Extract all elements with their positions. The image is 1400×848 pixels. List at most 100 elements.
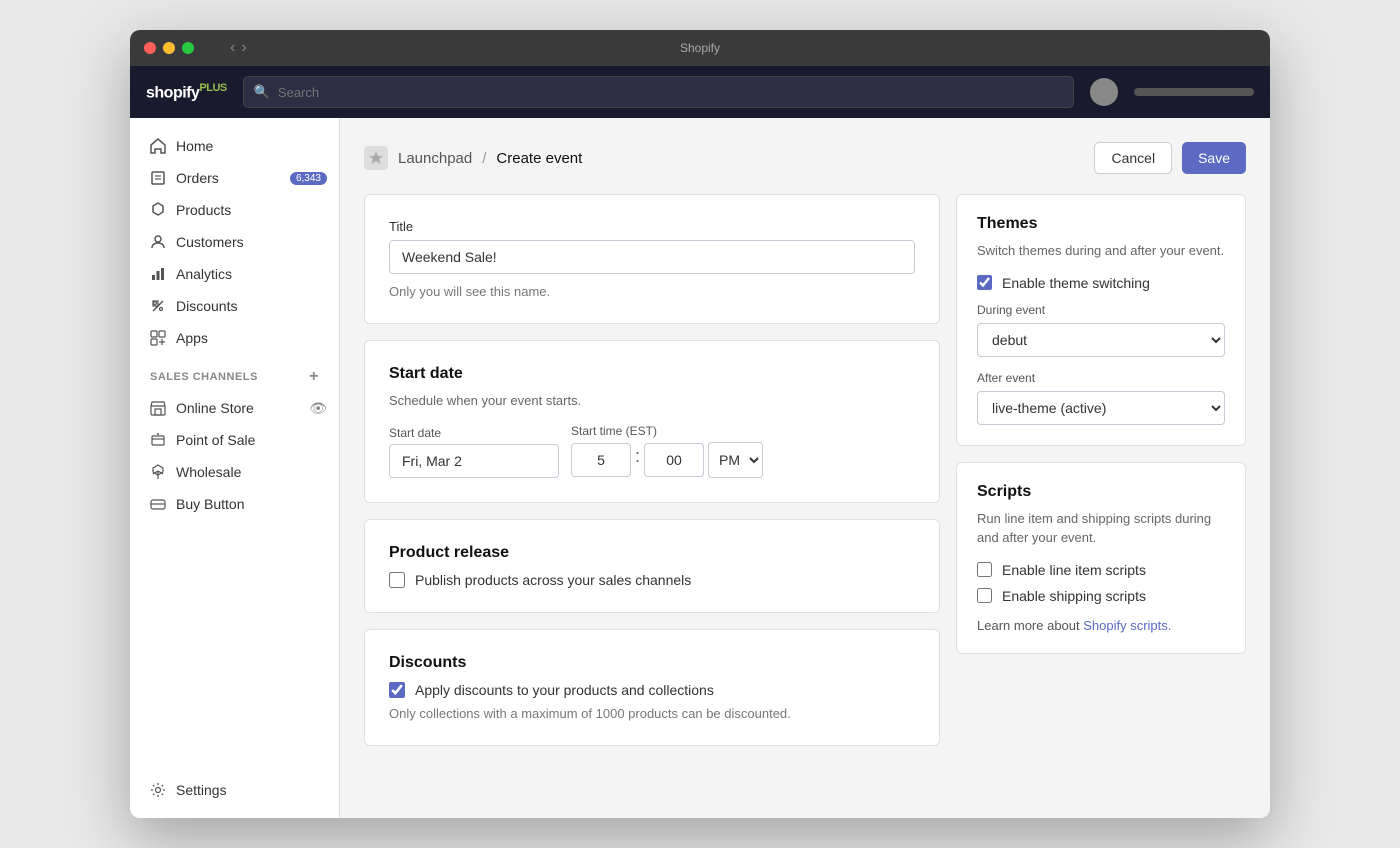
sidebar-label-online-store: Online Store (176, 400, 254, 416)
pos-icon (150, 432, 166, 448)
publish-products-label[interactable]: Publish products across your sales chann… (415, 572, 691, 588)
breadcrumb-actions: Cancel Save (1094, 142, 1246, 174)
titlebar: ‹ › Shopify (130, 30, 1270, 66)
sidebar-label-orders: Orders (176, 170, 219, 186)
date-field: Start date (389, 426, 559, 478)
product-release-checkbox-row: Publish products across your sales chann… (389, 572, 915, 588)
main-content: Launchpad / Create event Cancel Save Tit… (340, 118, 1270, 818)
shipping-scripts-checkbox[interactable] (977, 588, 992, 603)
sidebar-item-buy-button[interactable]: Buy Button (130, 488, 339, 520)
sidebar-item-discounts[interactable]: Discounts (130, 290, 339, 322)
learn-more-link[interactable]: Shopify scripts. (1083, 618, 1171, 633)
sidebar-label-settings: Settings (176, 782, 227, 798)
window-buttons (144, 42, 194, 54)
right-panel: Themes Switch themes during and after yo… (956, 194, 1246, 762)
wholesale-icon (150, 464, 166, 480)
search-bar[interactable]: 🔍 (243, 76, 1074, 108)
enable-theme-row: Enable theme switching (977, 275, 1225, 291)
sidebar-item-settings[interactable]: Settings (130, 774, 339, 806)
close-button[interactable] (144, 42, 156, 54)
sidebar-item-online-store[interactable]: Online Store 👁 (130, 392, 339, 424)
sidebar-item-products[interactable]: Products (130, 194, 339, 226)
sidebar-item-orders[interactable]: Orders 6,343 (130, 162, 339, 194)
line-item-row: Enable line item scripts (977, 562, 1225, 578)
add-channel-icon[interactable]: + (309, 368, 319, 386)
minute-input[interactable] (644, 443, 704, 477)
breadcrumb-app-name[interactable]: Launchpad (398, 150, 472, 167)
eye-icon[interactable]: 👁 (309, 400, 327, 417)
sidebar-label-analytics: Analytics (176, 266, 232, 282)
buy-button-icon (150, 496, 166, 512)
maximize-button[interactable] (182, 42, 194, 54)
settings-icon (150, 782, 166, 798)
customers-icon (150, 234, 166, 250)
logo: shopifyPLUS (146, 82, 227, 102)
title-hint: Only you will see this name. (389, 284, 915, 299)
sidebar-item-home[interactable]: Home (130, 130, 339, 162)
sidebar: Home Orders 6,343 Products Customers (130, 118, 340, 818)
time-separator: : (635, 446, 640, 475)
products-icon (150, 202, 166, 218)
breadcrumb: Launchpad / Create event Cancel Save (364, 142, 1246, 174)
sidebar-item-point-of-sale[interactable]: Point of Sale (130, 424, 339, 456)
save-button[interactable]: Save (1182, 142, 1246, 174)
shipping-scripts-label[interactable]: Enable shipping scripts (1002, 588, 1146, 604)
home-icon (150, 138, 166, 154)
forward-icon[interactable]: › (241, 39, 246, 57)
discounts-icon (150, 298, 166, 314)
title-card: Title Only you will see this name. (364, 194, 940, 324)
hour-input[interactable] (571, 443, 631, 477)
sidebar-label-wholesale: Wholesale (176, 464, 241, 480)
apply-discounts-label[interactable]: Apply discounts to your products and col… (415, 682, 714, 698)
sidebar-item-wholesale[interactable]: Wholesale (130, 456, 339, 488)
shipping-row: Enable shipping scripts (977, 588, 1225, 604)
back-icon[interactable]: ‹ (230, 39, 235, 57)
line-item-scripts-label[interactable]: Enable line item scripts (1002, 562, 1146, 578)
sales-channels-label: SALES CHANNELS + (130, 354, 339, 392)
themes-desc: Switch themes during and after your even… (977, 241, 1225, 261)
sidebar-item-customers[interactable]: Customers (130, 226, 339, 258)
title-input[interactable] (389, 240, 915, 274)
apps-icon (150, 330, 166, 346)
during-event-select[interactable]: debut live-theme (active) (977, 323, 1225, 357)
main-layout: Home Orders 6,343 Products Customers (130, 118, 1270, 818)
discounts-title: Discounts (389, 654, 915, 672)
analytics-icon (150, 266, 166, 282)
learn-more: Learn more about Shopify scripts. (977, 618, 1225, 633)
left-column: Title Only you will see this name. Start… (364, 194, 940, 762)
time-inputs: : PM AM (571, 442, 763, 478)
start-date-label: Start date (389, 426, 559, 440)
launchpad-icon (364, 146, 388, 170)
store-icon (150, 400, 166, 416)
search-icon: 🔍 (254, 84, 270, 100)
line-item-scripts-checkbox[interactable] (977, 562, 992, 577)
enable-theme-checkbox[interactable] (977, 275, 992, 290)
breadcrumb-separator: / (482, 150, 486, 167)
cancel-button[interactable]: Cancel (1094, 142, 1172, 174)
sidebar-item-analytics[interactable]: Analytics (130, 258, 339, 290)
apply-discounts-checkbox[interactable] (389, 682, 405, 698)
app-window: ‹ › Shopify shopifyPLUS 🔍 Home (130, 30, 1270, 818)
after-event-select[interactable]: debut live-theme (active) (977, 391, 1225, 425)
sidebar-label-apps: Apps (176, 330, 208, 346)
ampm-select[interactable]: PM AM (708, 442, 763, 478)
minimize-button[interactable] (163, 42, 175, 54)
start-date-input[interactable] (389, 444, 559, 478)
publish-products-checkbox[interactable] (389, 572, 405, 588)
product-release-card: Product release Publish products across … (364, 519, 940, 613)
sidebar-label-discounts: Discounts (176, 298, 237, 314)
start-date-card: Start date Schedule when your event star… (364, 340, 940, 503)
orders-icon (150, 170, 166, 186)
discounts-checkbox-row: Apply discounts to your products and col… (389, 682, 915, 698)
product-release-title: Product release (389, 544, 915, 562)
enable-theme-label[interactable]: Enable theme switching (1002, 275, 1150, 291)
orders-badge: 6,343 (290, 172, 327, 185)
learn-more-text: Learn more about (977, 618, 1083, 633)
avatar (1090, 78, 1118, 106)
title-label: Title (389, 219, 915, 234)
search-input[interactable] (278, 85, 1063, 100)
sidebar-label-products: Products (176, 202, 231, 218)
after-event-label: After event (977, 371, 1225, 385)
logo-suffix: PLUS (199, 82, 226, 94)
sidebar-item-apps[interactable]: Apps (130, 322, 339, 354)
